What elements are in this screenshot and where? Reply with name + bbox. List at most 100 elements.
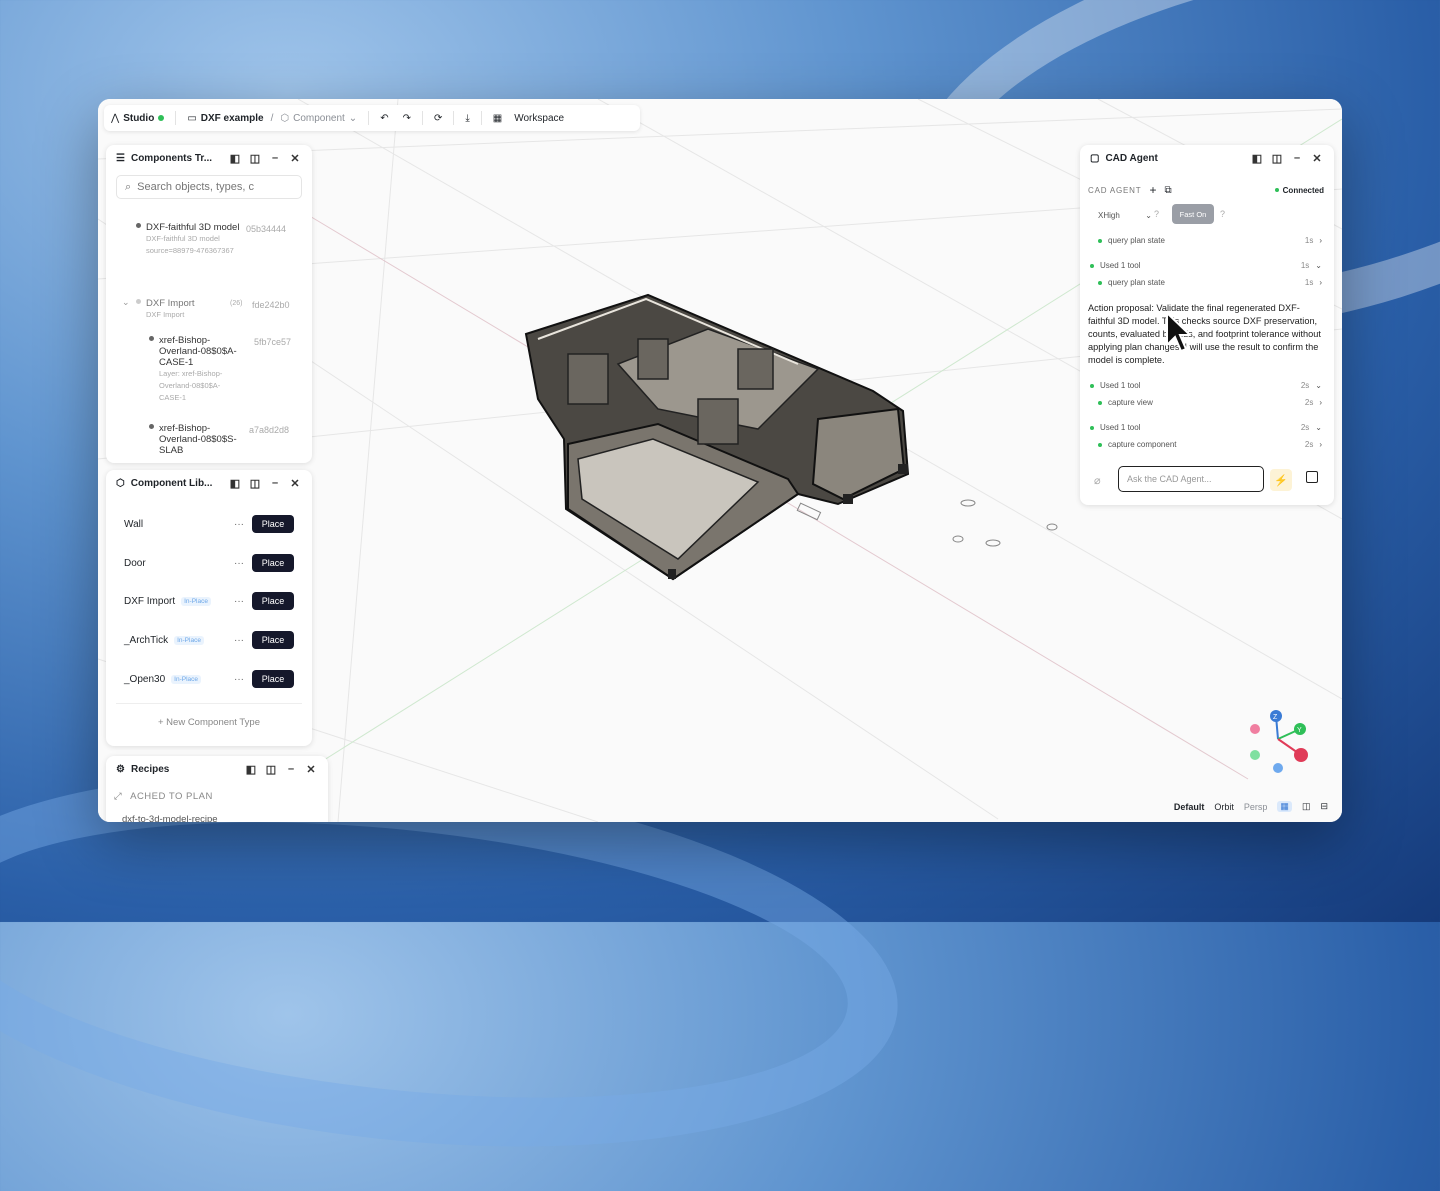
more-options-icon[interactable]: ··· xyxy=(234,519,244,530)
studio-menu[interactable]: ⋀ Studio xyxy=(104,113,171,124)
gizmo-z-label: Z xyxy=(1273,714,1278,721)
tool-group-row[interactable]: Used 1 tool 2s ⌄ xyxy=(1090,423,1322,432)
dock-left-icon[interactable]: ◧ xyxy=(244,763,258,776)
tool-time: 2s xyxy=(1300,423,1310,432)
tool-group-row[interactable]: Used 1 tool 1s ⌄ xyxy=(1090,261,1322,270)
redo-button[interactable]: ↷ xyxy=(396,113,418,124)
dock-split-icon[interactable]: ◫ xyxy=(248,152,262,165)
view-persp-button[interactable]: Persp xyxy=(1244,802,1268,812)
building-model[interactable] xyxy=(524,293,910,581)
tree-item[interactable]: xref-Bishop-Overland-08$0$S-SLAB a7a8d2d… xyxy=(149,423,289,456)
stop-icon[interactable] xyxy=(1306,471,1318,483)
dock-left-icon[interactable]: ◧ xyxy=(228,477,242,490)
search-input[interactable]: ⌕ Search objects, types, c xyxy=(116,175,302,199)
view-orbit-button[interactable]: Orbit xyxy=(1214,802,1234,812)
chevron-right-icon: › xyxy=(1319,278,1322,287)
search-icon: ⌕ xyxy=(125,180,132,193)
in-place-badge: In-Place xyxy=(171,674,202,684)
agent-chat-input[interactable]: Ask the CAD Agent... xyxy=(1118,466,1264,492)
panel-title: CAD Agent xyxy=(1105,152,1158,164)
status-dot-icon xyxy=(1098,400,1102,405)
new-component-type-button[interactable]: + New Component Type xyxy=(106,717,312,728)
place-button[interactable]: Place xyxy=(252,592,294,610)
undo-button[interactable]: ↶ xyxy=(373,113,395,124)
minimize-icon[interactable]: – xyxy=(284,763,298,775)
more-options-icon[interactable]: ··· xyxy=(234,596,244,607)
download-button[interactable]: ⤓ xyxy=(458,113,476,124)
model-select[interactable]: XHigh ⌄ xyxy=(1090,207,1152,223)
view-default-button[interactable]: Default xyxy=(1174,802,1205,812)
tree-item[interactable]: DXF-faithful 3D model DXF-faithful 3D mo… xyxy=(136,222,286,257)
tool-call-row[interactable]: query plan state 1s › xyxy=(1090,236,1322,245)
dock-left-icon[interactable]: ◧ xyxy=(228,152,242,165)
close-icon[interactable]: ✕ xyxy=(288,152,302,165)
project-breadcrumb[interactable]: ▭ DXF example xyxy=(180,113,270,124)
axis-gizmo[interactable]: Z Y xyxy=(1250,710,1308,773)
recipe-icon: ⚙ xyxy=(116,763,125,775)
quad-view-icon[interactable]: ▦ xyxy=(1277,801,1292,812)
split-horizontal-icon[interactable]: ⊟ xyxy=(1320,801,1328,812)
view-controls: Default Orbit Persp ▦ ◫ ⊟ xyxy=(1174,801,1328,812)
more-options-icon[interactable]: ··· xyxy=(234,558,244,569)
close-icon[interactable]: ✕ xyxy=(288,477,302,490)
place-button[interactable]: Place xyxy=(252,554,294,572)
chevron-down-icon[interactable]: ⌄ xyxy=(122,297,130,308)
minimize-icon[interactable]: – xyxy=(1290,152,1304,164)
place-button[interactable]: Place xyxy=(252,631,294,649)
library-item-open30[interactable]: _Open30 In-Place ··· Place xyxy=(124,669,294,689)
tree-item[interactable]: xref-Bishop-Overland-08$0$A-CASE-1 Layer… xyxy=(149,335,291,404)
close-icon[interactable]: ✕ xyxy=(304,763,318,776)
folder-icon: ▭ xyxy=(187,112,197,124)
library-item-door[interactable]: Door ··· Place xyxy=(124,553,294,573)
copy-icon[interactable]: ⧉ xyxy=(1164,185,1171,196)
library-item-dxf-import[interactable]: DXF Import In-Place ··· Place xyxy=(124,591,294,611)
gizmo-negative-x[interactable] xyxy=(1250,724,1260,734)
chevron-down-icon: ⌄ xyxy=(1315,261,1322,270)
dock-split-icon[interactable]: ◫ xyxy=(248,477,262,490)
gizmo-negative-z[interactable] xyxy=(1273,763,1283,773)
dock-split-icon[interactable]: ◫ xyxy=(1270,152,1284,165)
fast-toggle[interactable]: Fast On xyxy=(1172,204,1214,224)
library-item-wall[interactable]: Wall ··· Place xyxy=(124,514,294,534)
place-button[interactable]: Place xyxy=(252,670,294,688)
attach-icon[interactable]: ⌀ xyxy=(1094,474,1101,487)
minimize-icon[interactable]: – xyxy=(268,477,282,489)
workspace-button[interactable]: ▦ Workspace xyxy=(486,113,571,124)
panel-title: Component Lib... xyxy=(130,477,213,489)
more-options-icon[interactable]: ··· xyxy=(234,674,244,685)
tree-item[interactable]: ⌄ DXF Import DXF Import (26) fde242b0 xyxy=(122,297,290,321)
place-button[interactable]: Place xyxy=(252,515,294,533)
add-icon[interactable]: + xyxy=(1149,183,1156,197)
minimize-icon[interactable]: – xyxy=(268,152,282,164)
divider xyxy=(480,111,482,125)
gizmo-negative-y[interactable] xyxy=(1250,750,1260,760)
gizmo-x-handle[interactable] xyxy=(1294,748,1308,762)
tool-group-row[interactable]: Used 1 tool 2s ⌄ xyxy=(1090,381,1322,390)
cad-agent-panel: ▢ CAD Agent ◧ ◫ – ✕ CAD AGENT + ⧉ Connec… xyxy=(1080,145,1334,505)
sync-icon: ⟳ xyxy=(433,112,443,124)
input-placeholder: Ask the CAD Agent... xyxy=(1127,474,1212,484)
components-tree-panel: ☰ Components Tr... ◧ ◫ – ✕ ⌕ Search obje… xyxy=(106,145,312,463)
tool-call-row[interactable]: query plan state 1s › xyxy=(1090,278,1322,287)
help-icon[interactable]: ? xyxy=(1154,209,1159,219)
tool-call-row[interactable]: capture view 2s › xyxy=(1090,398,1322,407)
tool-call-row[interactable]: capture component 2s › xyxy=(1090,440,1322,449)
library-item-archtick[interactable]: _ArchTick In-Place ··· Place xyxy=(124,630,294,650)
component-dropdown[interactable]: ⬡ Component ⌄ xyxy=(273,113,364,124)
recipe-name[interactable]: dxf-to-3d-model-recipe xyxy=(122,814,218,822)
sync-button[interactable]: ⟳ xyxy=(427,113,449,124)
more-options-icon[interactable]: ··· xyxy=(234,635,244,646)
split-vertical-icon[interactable]: ◫ xyxy=(1302,801,1311,812)
close-icon[interactable]: ✕ xyxy=(1310,152,1324,165)
tool-label: capture component xyxy=(1108,440,1177,449)
tree-item-hash: a7a8d2d8 xyxy=(249,425,290,435)
dock-left-icon[interactable]: ◧ xyxy=(1250,152,1264,165)
lightning-icon[interactable]: ⚡ xyxy=(1270,469,1292,491)
library-item-name: _ArchTick xyxy=(124,634,169,646)
expand-icon[interactable]: ⤢ xyxy=(114,791,122,802)
component-label: Component xyxy=(293,112,345,124)
tool-time: 1s xyxy=(1304,278,1314,287)
help-icon[interactable]: ? xyxy=(1220,209,1225,219)
section-label: CAD AGENT xyxy=(1088,185,1142,195)
dock-split-icon[interactable]: ◫ xyxy=(264,763,278,776)
